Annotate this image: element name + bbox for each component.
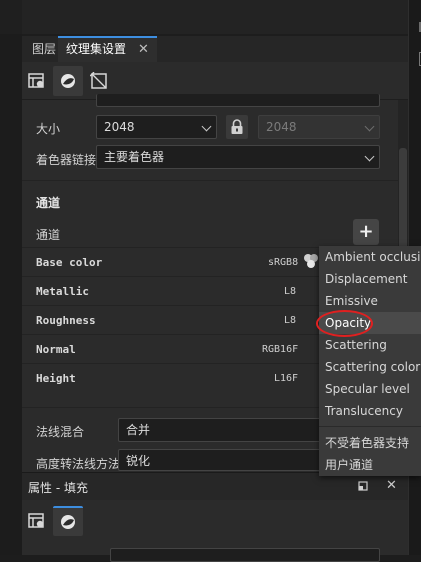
dock-icon[interactable] <box>358 481 368 491</box>
dropdown-item[interactable]: Scattering <box>319 334 421 356</box>
shader-link-label: 着色器链接 <box>36 153 97 167</box>
color-channels-icon[interactable] <box>302 253 320 269</box>
channels-label: 通道 <box>36 228 61 242</box>
grid-settings-icon <box>28 513 44 528</box>
channels-section-title: 通道 <box>36 196 61 210</box>
lock-icon <box>231 119 243 134</box>
tab-texture-set-settings[interactable]: 纹理集设置 ✕ <box>58 36 157 62</box>
top-panel-strip <box>0 0 421 34</box>
left-gutter <box>0 34 22 555</box>
size-select[interactable]: 2048 <box>96 115 217 139</box>
close-icon[interactable]: ✕ <box>386 478 397 493</box>
channel-name: Normal <box>36 343 76 356</box>
size-label: 大小 <box>36 122 61 136</box>
cropped-field[interactable] <box>96 94 380 107</box>
cropped-field[interactable] <box>110 548 380 562</box>
channel-format: L16F <box>274 373 299 384</box>
channel-format: L8 <box>284 286 297 297</box>
size-value: 2048 <box>104 120 135 134</box>
channel-name: Metallic <box>36 285 89 298</box>
dropdown-item[interactable]: Specular level <box>319 378 421 400</box>
dropdown-item[interactable]: 不受着色器支持 <box>319 432 421 454</box>
chevron-down-icon <box>201 121 212 132</box>
size-linked-select: 2048 <box>258 115 380 139</box>
channel-format: sRGB8 <box>268 257 299 268</box>
dropdown-item[interactable]: Ambient occlusion <box>319 246 421 268</box>
panel-tabbar: 图层 纹理集设置 ✕ <box>22 36 408 62</box>
shader-link-select[interactable]: 主要着色器 <box>96 145 380 169</box>
normal-mix-label: 法线混合 <box>36 425 85 439</box>
add-channel-button[interactable]: + <box>353 219 379 245</box>
annotation-circle <box>316 310 373 337</box>
chevron-down-icon <box>364 121 375 132</box>
properties-toolbar <box>22 500 408 540</box>
channel-name: Roughness <box>36 314 96 327</box>
properties-title: 属性 - 填充 <box>28 481 88 495</box>
channel-name: Base color <box>36 256 103 269</box>
grid-settings-icon <box>28 73 44 88</box>
divider <box>22 180 398 181</box>
sphere-icon <box>61 74 75 88</box>
dropdown-item[interactable]: 用户通道 <box>319 454 421 476</box>
dropdown-divider <box>319 426 421 427</box>
mesh-icon <box>90 72 107 89</box>
height-to-normal-label: 高度转法线方法 <box>36 457 121 471</box>
chevron-down-icon <box>364 151 375 162</box>
uv-bake-button[interactable] <box>84 66 114 96</box>
tab-label: 纹理集设置 <box>66 42 127 56</box>
sphere-icon <box>61 515 75 529</box>
properties-panel-header: 属性 - 填充 ✕ <box>22 472 408 500</box>
material-sphere-button[interactable] <box>53 506 83 536</box>
texture-settings-button[interactable] <box>22 506 52 536</box>
close-icon[interactable]: ✕ <box>138 42 149 57</box>
lock-button[interactable] <box>226 115 248 139</box>
channel-name: Height <box>36 372 76 385</box>
dropdown-item[interactable]: Emissive <box>319 290 421 312</box>
material-sphere-button[interactable] <box>53 66 83 96</box>
dropdown-item[interactable]: Translucency <box>319 400 421 422</box>
add-channel-dropdown: Ambient occlusion Displacement Emissive … <box>319 246 421 476</box>
channel-format: RGB16F <box>262 344 299 355</box>
channel-format: L8 <box>284 315 297 326</box>
properties-content <box>22 540 408 562</box>
dropdown-item[interactable]: Scattering color <box>319 356 421 378</box>
texture-settings-button[interactable] <box>22 66 52 96</box>
dropdown-item[interactable]: Displacement <box>319 268 421 290</box>
